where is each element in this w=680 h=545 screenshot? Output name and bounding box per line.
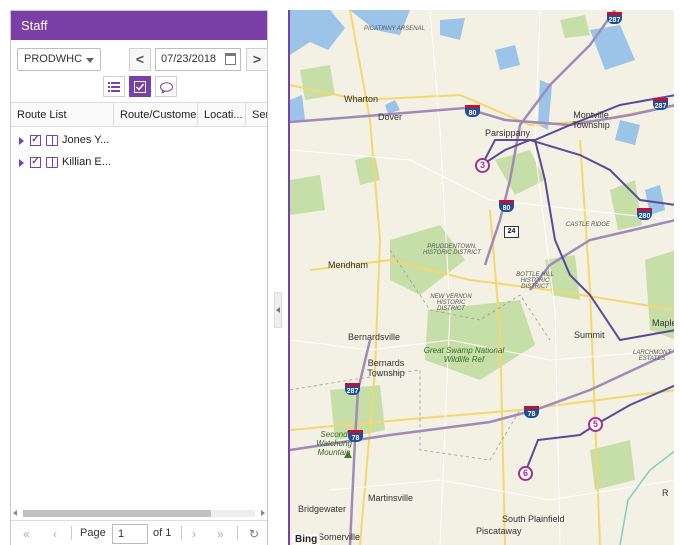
interstate-shield: 78 xyxy=(348,430,363,442)
prev-page-button[interactable]: ‹ xyxy=(53,527,57,541)
expand-arrow-icon[interactable] xyxy=(19,137,24,145)
district-label: Pruddentown, Historic District xyxy=(423,244,481,256)
page-label: Page xyxy=(80,527,106,539)
district-label: Larchmont Estates xyxy=(632,350,671,362)
interstate-shield: 287 xyxy=(653,98,668,110)
map-canvas xyxy=(290,10,674,545)
route-stop-marker[interactable]: 3 xyxy=(475,158,490,173)
date-field[interactable]: 07/23/2018 xyxy=(155,48,241,71)
prev-date-button[interactable]: < xyxy=(129,48,151,71)
scroll-left-icon[interactable] xyxy=(13,510,17,516)
grid-header: Route List Route/Customer Locati... Ser xyxy=(11,102,267,127)
last-page-button[interactable]: » xyxy=(217,527,224,541)
scroll-right-icon[interactable] xyxy=(261,510,265,516)
place-label: Summit xyxy=(574,330,605,340)
panel-title: Staff xyxy=(11,11,267,40)
collapse-panel-button[interactable] xyxy=(274,292,282,328)
place-label: Bridgewater xyxy=(298,504,347,514)
column-location[interactable]: Locati... xyxy=(198,103,246,126)
comment-view-button[interactable] xyxy=(155,76,177,97)
bing-logo: Bing xyxy=(292,534,321,545)
panel-toolbar: PRODWHC < 07/23/2018 > xyxy=(17,48,268,72)
column-route-list[interactable]: Route List xyxy=(11,103,114,126)
warehouse-select-value: PRODWHC xyxy=(24,53,83,65)
route-map[interactable]: Picatinny Arsenal Wharton Dover Parsippa… xyxy=(288,10,674,545)
refresh-icon[interactable]: ↻ xyxy=(249,527,259,541)
column-service[interactable]: Ser xyxy=(246,103,267,126)
place-label: Maple xyxy=(652,318,674,328)
column-route-customer[interactable]: Route/Customer xyxy=(114,103,198,126)
route-stop-marker[interactable]: 5 xyxy=(588,417,603,432)
pager: « ‹ Page 1 of 1 › » ↻ xyxy=(11,520,267,545)
horizontal-scrollbar[interactable] xyxy=(13,508,265,518)
place-label: Parsippany xyxy=(485,128,531,138)
place-label: South Plainfield xyxy=(502,514,565,524)
route-label: Killian E... xyxy=(62,156,111,168)
interstate-shield: 78 xyxy=(524,406,539,418)
staff-panel: Staff PRODWHC < 07/23/2018 > Route List … xyxy=(10,10,268,545)
interstate-shield: 287 xyxy=(607,12,622,24)
route-label: Jones Y... xyxy=(62,134,110,146)
check-view-button[interactable] xyxy=(129,76,151,97)
panel-splitter[interactable] xyxy=(268,10,288,545)
interstate-shield: 280 xyxy=(637,208,652,220)
interstate-shield: 287 xyxy=(345,383,360,395)
first-page-button[interactable]: « xyxy=(23,527,30,541)
tree-row[interactable]: ✓ Jones Y... xyxy=(11,132,251,150)
place-label: Montville Township xyxy=(572,110,610,130)
comment-icon xyxy=(159,82,173,95)
place-label: Dover xyxy=(378,112,403,122)
next-date-button[interactable]: > xyxy=(246,48,268,71)
district-label: Bottle Hill Historic District xyxy=(516,272,554,290)
list-icon xyxy=(108,82,120,92)
place-label: R xyxy=(662,488,669,498)
list-view-button[interactable] xyxy=(103,76,125,97)
place-label: Bernardsville xyxy=(348,332,401,342)
place-label: Somerville xyxy=(318,532,361,542)
map-icon xyxy=(46,135,58,146)
interstate-shield: 80 xyxy=(465,105,480,117)
chevron-down-icon xyxy=(86,58,94,63)
district-label: Castle Ridge xyxy=(566,222,611,228)
checkbox[interactable]: ✓ xyxy=(30,135,41,146)
place-label: Martinsville xyxy=(368,493,414,503)
check-icon xyxy=(134,81,146,93)
date-value: 07/23/2018 xyxy=(161,53,217,65)
expand-arrow-icon[interactable] xyxy=(19,159,24,167)
checkbox[interactable]: ✓ xyxy=(30,157,41,168)
tree-row[interactable]: ✓ Killian E... xyxy=(11,154,251,172)
warehouse-select[interactable]: PRODWHC xyxy=(17,48,101,71)
park-label: Great Swamp National Wildlife Ref xyxy=(423,346,505,364)
place-label: Picatinny Arsenal xyxy=(364,26,425,32)
interstate-shield: 80 xyxy=(499,200,514,212)
place-label: Bernards Township xyxy=(367,358,405,378)
pager-divider xyxy=(71,526,72,540)
page-input[interactable]: 1 xyxy=(112,524,148,544)
pager-divider xyxy=(237,526,238,540)
map-icon xyxy=(46,157,58,168)
page-count: of 1 xyxy=(153,527,172,539)
state-route-shield: 24 xyxy=(504,226,519,238)
calendar-icon[interactable] xyxy=(225,53,236,65)
place-label: Wharton xyxy=(344,94,379,104)
route-stop-marker[interactable]: 6 xyxy=(518,466,533,481)
pager-divider xyxy=(181,526,182,540)
green-areas xyxy=(290,15,674,490)
place-label: Mendham xyxy=(328,260,369,270)
place-label: Piscataway xyxy=(476,526,522,536)
district-label: New Vernon Historic District xyxy=(430,294,472,312)
scroll-thumb[interactable] xyxy=(23,510,211,517)
next-page-button[interactable]: › xyxy=(192,527,196,541)
